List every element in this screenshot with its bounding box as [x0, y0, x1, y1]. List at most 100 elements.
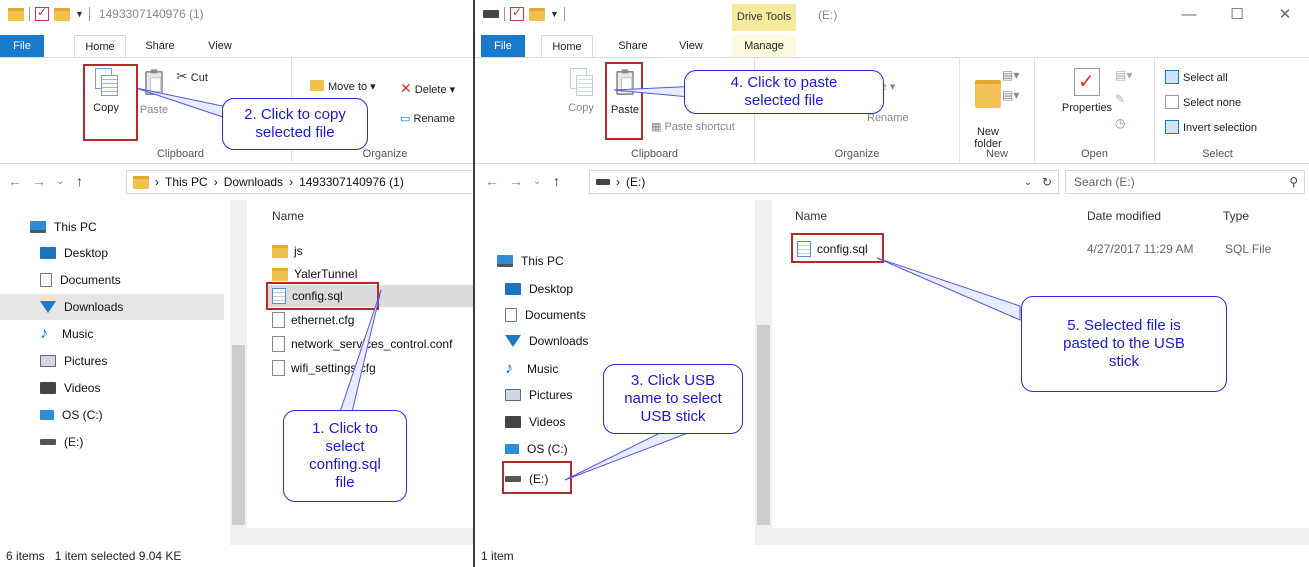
- file-type: SQL File: [1225, 242, 1272, 256]
- tab-file[interactable]: File: [0, 35, 44, 57]
- tab-share[interactable]: Share: [611, 35, 655, 57]
- open-group-label: Open: [1081, 148, 1108, 160]
- customize-dropdown-icon[interactable]: ▼: [75, 9, 84, 19]
- easy-access-icon[interactable]: ▤▾: [1002, 88, 1019, 102]
- nav-item-os-c[interactable]: OS (C:): [8, 402, 228, 428]
- search-input[interactable]: Search (E:) ⚲: [1065, 170, 1305, 194]
- column-header-date[interactable]: Date modified: [1087, 209, 1161, 223]
- close-icon[interactable]: ✕: [1261, 0, 1309, 30]
- breadcrumb-usb-drive[interactable]: (E:): [626, 175, 645, 189]
- address-dropdown-icon[interactable]: ⌄: [1024, 177, 1032, 188]
- horizontal-scrollbar[interactable]: [230, 528, 473, 545]
- up-icon[interactable]: ↑: [76, 173, 83, 189]
- nav-item-desktop[interactable]: Desktop: [485, 276, 573, 302]
- back-icon[interactable]: ←: [485, 173, 499, 189]
- nav-item-music[interactable]: ♪ Music: [8, 321, 228, 347]
- nav-scroll-thumb[interactable]: [757, 325, 770, 525]
- downloads-icon: [505, 335, 521, 347]
- select-none-button[interactable]: Select none: [1165, 95, 1241, 109]
- breadcrumb-this-pc[interactable]: This PC: [165, 175, 208, 189]
- column-header-type[interactable]: Type: [1223, 209, 1249, 223]
- up-icon[interactable]: ↑: [553, 173, 560, 189]
- address-bar[interactable]: › (E:) ⌄ ↻: [589, 170, 1059, 194]
- new-group: New folder ▤▾ ▤▾ New: [960, 58, 1035, 164]
- paste-button[interactable]: Paste: [136, 68, 172, 116]
- rename-icon: ▭: [400, 113, 411, 125]
- nav-item-music[interactable]: ♪ Music: [485, 356, 558, 382]
- forward-icon[interactable]: →: [509, 173, 523, 189]
- nav-item-documents[interactable]: Documents: [485, 302, 586, 328]
- folder-icon: [133, 175, 149, 189]
- history-icon[interactable]: ◷: [1115, 116, 1125, 130]
- list-item[interactable]: js: [272, 240, 472, 262]
- nav-item-documents[interactable]: Documents: [8, 267, 228, 293]
- nav-item-pictures[interactable]: Pictures: [8, 348, 228, 374]
- callout-select-file: 1. Click to select confing.sql file: [283, 410, 407, 502]
- cut-button[interactable]: ✂ Cut: [176, 68, 208, 85]
- breadcrumb-downloads[interactable]: Downloads: [224, 175, 283, 189]
- file-icon: [272, 312, 285, 328]
- tab-home[interactable]: Home: [541, 35, 593, 58]
- new-item-icon[interactable]: ▤▾: [1002, 68, 1019, 82]
- invert-selection-button[interactable]: Invert selection: [1165, 120, 1257, 134]
- highlight-paste: [605, 62, 643, 140]
- tab-view[interactable]: View: [671, 35, 711, 57]
- refresh-icon[interactable]: ↻: [1042, 175, 1052, 189]
- organize-group-label: Organize: [834, 148, 880, 160]
- open-icon[interactable]: ▤▾: [1115, 68, 1132, 82]
- list-item[interactable]: ethernet.cfg: [272, 309, 472, 331]
- tab-home[interactable]: Home: [74, 35, 126, 58]
- nav-item-videos[interactable]: Videos: [8, 375, 228, 401]
- tab-view[interactable]: View: [200, 35, 240, 57]
- nav-item-desktop[interactable]: Desktop: [8, 240, 228, 266]
- this-pc-icon: [497, 255, 513, 267]
- nav-item-downloads[interactable]: Downloads: [0, 294, 224, 320]
- folder-icon[interactable]: [8, 7, 24, 21]
- nav-item-usb-e[interactable]: (E:): [8, 429, 228, 455]
- nav-item-videos[interactable]: Videos: [485, 409, 565, 435]
- open-group: Properties ▤▾ ✎ ◷ Open: [1035, 58, 1155, 164]
- nav-item-os-c[interactable]: OS (C:): [485, 436, 568, 462]
- delete-button[interactable]: ✕ Delete ▾: [400, 80, 455, 97]
- properties-icon[interactable]: [510, 5, 524, 21]
- address-bar[interactable]: › This PC › Downloads › 1493307140976 (1…: [126, 170, 472, 194]
- navigation-pane: This PC Desktop Documents Downloads ♪ Mus…: [0, 200, 230, 540]
- recent-dropdown-icon[interactable]: ⌄: [56, 176, 64, 187]
- recent-dropdown-icon[interactable]: ⌄: [533, 176, 541, 187]
- edit-icon[interactable]: ✎: [1115, 92, 1125, 106]
- tab-file[interactable]: File: [481, 35, 525, 57]
- nav-scrollbar[interactable]: [230, 200, 247, 540]
- drive-icon: [596, 179, 610, 185]
- column-header-name[interactable]: Name: [272, 209, 304, 223]
- breadcrumb-current-folder[interactable]: 1493307140976 (1): [299, 175, 404, 189]
- list-item[interactable]: network_services_control.conf: [272, 333, 472, 355]
- minimize-icon[interactable]: —: [1165, 0, 1213, 30]
- list-item[interactable]: wifi_settings.cfg: [272, 357, 472, 379]
- select-all-button[interactable]: Select all: [1165, 70, 1228, 84]
- copy-button[interactable]: Copy: [561, 68, 601, 114]
- paste-shortcut-button[interactable]: ▦ Paste shortcut: [651, 120, 735, 133]
- nav-scrollbar[interactable]: [755, 200, 772, 540]
- column-header-name[interactable]: Name: [795, 209, 827, 223]
- rename-button[interactable]: ▭ Rename: [400, 112, 455, 125]
- invert-selection-icon: [1165, 120, 1179, 134]
- tab-manage[interactable]: Manage: [732, 35, 796, 57]
- nav-item-this-pc[interactable]: This PC: [8, 214, 228, 240]
- back-icon[interactable]: ←: [8, 173, 22, 189]
- new-folder-icon[interactable]: [529, 7, 545, 21]
- move-to-button[interactable]: Move to ▾: [310, 80, 376, 93]
- nav-scroll-thumb[interactable]: [232, 345, 245, 525]
- maximize-icon[interactable]: ☐: [1213, 0, 1261, 30]
- nav-item-downloads[interactable]: Downloads: [485, 328, 588, 354]
- tab-share[interactable]: Share: [138, 35, 182, 57]
- forward-icon[interactable]: →: [32, 173, 46, 189]
- properties-button[interactable]: Properties: [1057, 68, 1117, 114]
- horizontal-scrollbar[interactable]: [755, 528, 1309, 545]
- customize-dropdown-icon[interactable]: ▼: [550, 9, 559, 19]
- nav-item-this-pc[interactable]: This PC: [485, 248, 564, 274]
- properties-icon[interactable]: [35, 5, 49, 21]
- paste-shortcut-icon: ▦: [651, 121, 662, 133]
- nav-item-pictures[interactable]: Pictures: [485, 382, 572, 408]
- videos-icon: [40, 382, 56, 394]
- new-folder-icon[interactable]: [54, 7, 70, 21]
